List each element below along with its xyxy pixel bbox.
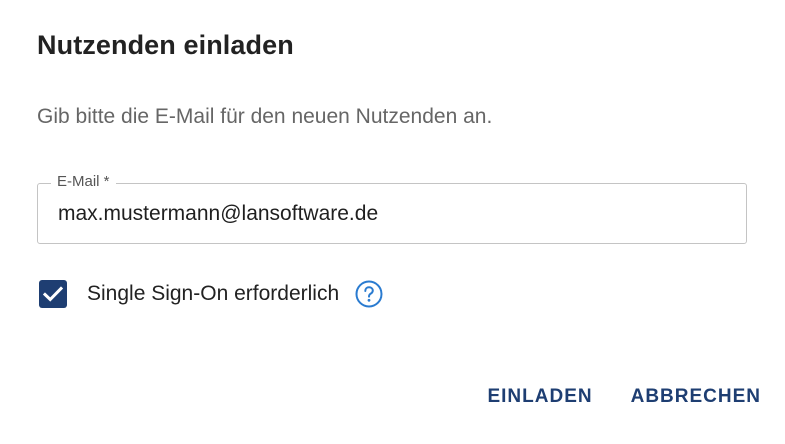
- email-field[interactable]: E-Mail *: [37, 173, 747, 244]
- sso-checkbox[interactable]: [39, 280, 67, 308]
- email-field-label: E-Mail *: [51, 173, 116, 191]
- dialog-description: Gib bitte die E-Mail für den neuen Nutze…: [37, 105, 493, 128]
- dialog-title: Nutzenden einladen: [37, 30, 294, 60]
- dialog-actions: EINLADEN ABBRECHEN: [487, 386, 761, 408]
- email-input[interactable]: [58, 198, 728, 230]
- invite-button[interactable]: EINLADEN: [487, 386, 592, 408]
- question-circle-icon[interactable]: [355, 280, 383, 308]
- cancel-button[interactable]: ABBRECHEN: [631, 386, 761, 408]
- sso-row: Single Sign-On erforderlich: [39, 279, 383, 309]
- checkmark-icon: [43, 286, 63, 302]
- sso-label: Single Sign-On erforderlich: [87, 282, 340, 305]
- invite-user-dialog: Nutzenden einladen Gib bitte die E-Mail …: [0, 0, 785, 444]
